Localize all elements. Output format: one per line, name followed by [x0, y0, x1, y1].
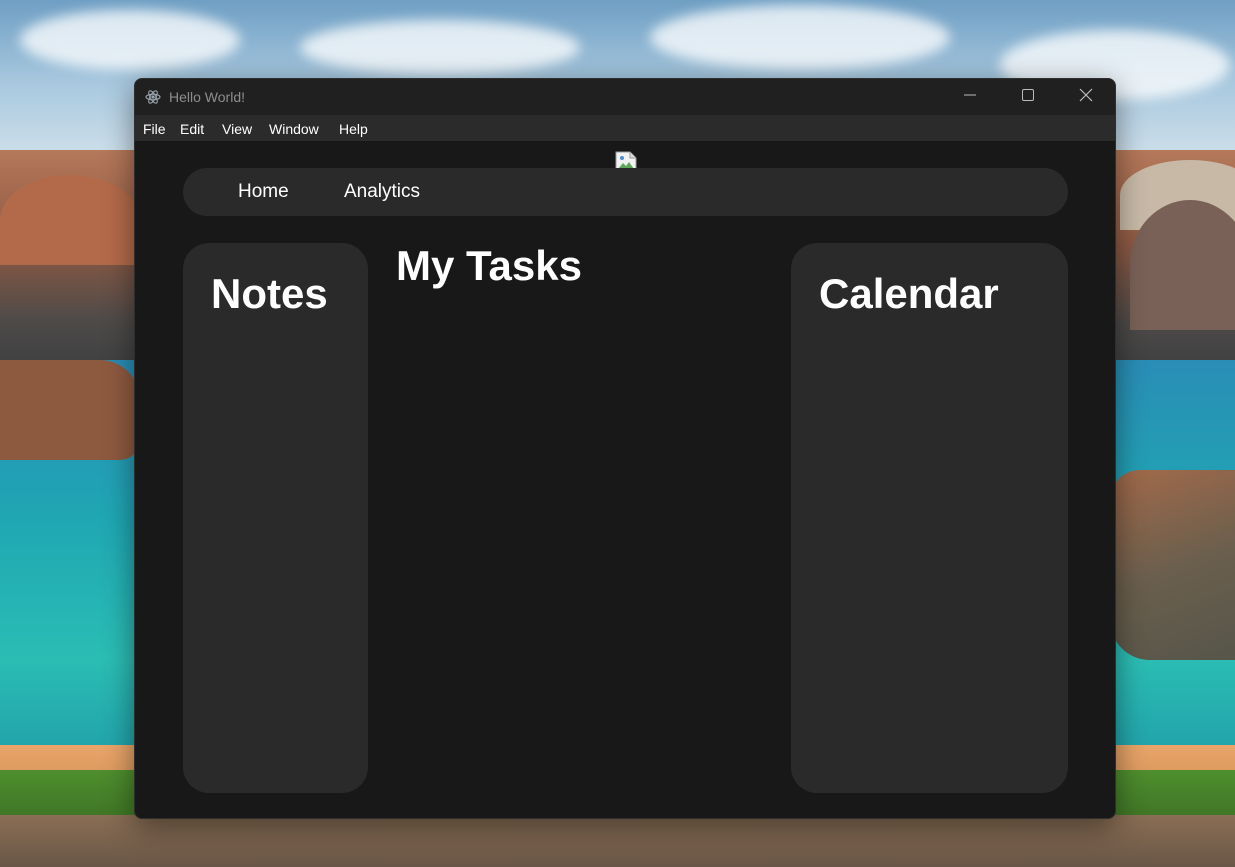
menu-edit[interactable]: Edit [180, 121, 204, 137]
maximize-icon [1022, 88, 1034, 106]
calendar-title: Calendar [819, 270, 999, 317]
app-content: Home Analytics Notes My Tasks Calendar [135, 141, 1115, 818]
menu-file[interactable]: File [143, 121, 166, 137]
wallpaper-hill [1130, 200, 1235, 330]
menu-view[interactable]: View [222, 121, 252, 137]
wallpaper-hill [0, 175, 140, 265]
maximize-button[interactable] [999, 79, 1057, 115]
wallpaper-cloud [300, 20, 580, 75]
notes-title: Notes [211, 270, 328, 317]
electron-atom-icon [144, 88, 162, 106]
wallpaper-cloud [650, 5, 950, 70]
close-button[interactable] [1057, 79, 1115, 115]
window-title: Hello World! [169, 89, 245, 105]
nav-link-home[interactable]: Home [238, 181, 289, 203]
menu-window[interactable]: Window [269, 121, 319, 137]
minimize-icon [964, 88, 976, 106]
top-navbar: Home Analytics [183, 168, 1068, 216]
menu-help[interactable]: Help [339, 121, 368, 137]
app-window: Hello World! File Edit View Window Help [134, 78, 1116, 819]
notes-panel: Notes [183, 243, 368, 793]
calendar-panel: Calendar [791, 243, 1068, 793]
tasks-title: My Tasks [396, 242, 582, 289]
wallpaper-ground [0, 815, 1235, 867]
wallpaper-cloud [20, 10, 240, 70]
title-bar[interactable]: Hello World! [135, 79, 1115, 115]
menu-bar: File Edit View Window Help [135, 115, 1115, 141]
nav-link-analytics[interactable]: Analytics [344, 181, 420, 203]
wallpaper-rock [1110, 470, 1235, 660]
minimize-button[interactable] [941, 79, 999, 115]
wallpaper-cliff [0, 360, 140, 460]
close-icon [1079, 88, 1093, 107]
